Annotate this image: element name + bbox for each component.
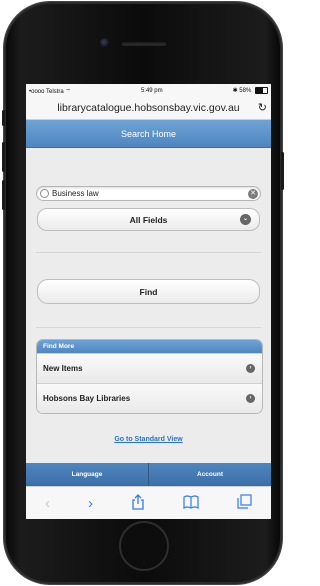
address-bar[interactable]: librarycatalogue.hobsonsbay.vic.gov.au ↻	[26, 97, 271, 120]
tab-account-label: Account	[197, 471, 223, 478]
find-button-label: Find	[139, 286, 158, 297]
search-value[interactable]: Business law	[52, 189, 99, 198]
forward-icon[interactable]: ›	[88, 495, 93, 512]
clock: 5:49 pm	[140, 87, 163, 94]
divider	[36, 252, 261, 253]
bluetooth-icon: ✱	[232, 88, 238, 95]
list-item-label: New Items	[43, 364, 83, 373]
tab-language[interactable]: Language	[26, 463, 148, 486]
url-text[interactable]: librarycatalogue.hobsonsbay.vic.gov.au	[57, 102, 239, 114]
tabs-icon[interactable]	[237, 494, 252, 513]
standard-view-link[interactable]: Go to Standard View	[26, 436, 271, 443]
tabs-icon-svg	[237, 494, 252, 509]
search-input[interactable]: Business law ✕	[36, 186, 261, 201]
chevron-right-icon: ›	[246, 394, 255, 403]
tab-account[interactable]: Account	[148, 463, 271, 486]
page-header: Search Home	[26, 120, 271, 148]
carrier-label: •oooo Telstra ⌔	[29, 87, 71, 95]
home-button[interactable]	[119, 521, 169, 571]
back-icon[interactable]: ‹	[45, 495, 50, 512]
chevron-right-icon: ›	[246, 364, 255, 373]
wifi-icon: ⌔	[65, 88, 71, 95]
search-icon	[40, 189, 49, 198]
list-item-label: Hobsons Bay Libraries	[43, 394, 131, 403]
find-more-item-hobsons-bay-libraries[interactable]: Hobsons Bay Libraries ›	[37, 383, 262, 413]
clear-search-icon[interactable]: ✕	[248, 188, 258, 199]
battery-status: ✱ 58%	[232, 86, 268, 95]
share-icon[interactable]	[131, 493, 145, 514]
phone-screen: •oooo Telstra ⌔ 5:49 pm ✱ 58% librarycat…	[26, 84, 271, 519]
search-field-value[interactable]: All Fields	[130, 215, 168, 225]
battery-icon	[254, 86, 268, 94]
volume-up-button	[2, 142, 5, 172]
divider	[36, 327, 261, 328]
front-camera	[100, 38, 110, 48]
chevron-down-icon: ⌄	[240, 214, 251, 225]
share-icon-svg	[132, 493, 144, 510]
reload-icon[interactable]: ↻	[258, 101, 267, 114]
bookmarks-icon-svg	[183, 494, 199, 509]
earpiece-speaker	[121, 41, 167, 46]
find-more-panel: Find More New Items › Hobsons Bay Librar…	[36, 339, 263, 414]
carrier-name: •oooo Telstra	[29, 88, 64, 95]
bottom-tab-bar: Language Account	[26, 463, 271, 486]
volume-down-button	[2, 180, 5, 210]
find-more-heading-text: Find More	[43, 343, 75, 350]
silent-switch	[2, 110, 5, 126]
browser-toolbar: ‹ ›	[26, 486, 271, 519]
find-more-heading: Find More	[37, 340, 262, 353]
status-bar: •oooo Telstra ⌔ 5:49 pm ✱ 58%	[26, 84, 271, 97]
power-button	[281, 152, 284, 190]
battery-percent: 58%	[239, 88, 252, 95]
search-field-select[interactable]: All Fields ⌄	[37, 208, 260, 231]
find-more-item-new-items[interactable]: New Items ›	[37, 353, 262, 383]
find-button[interactable]: Find	[37, 279, 260, 304]
page-title: Search Home	[120, 128, 177, 139]
tab-language-label: Language	[71, 471, 103, 478]
bookmarks-icon[interactable]	[183, 494, 199, 513]
